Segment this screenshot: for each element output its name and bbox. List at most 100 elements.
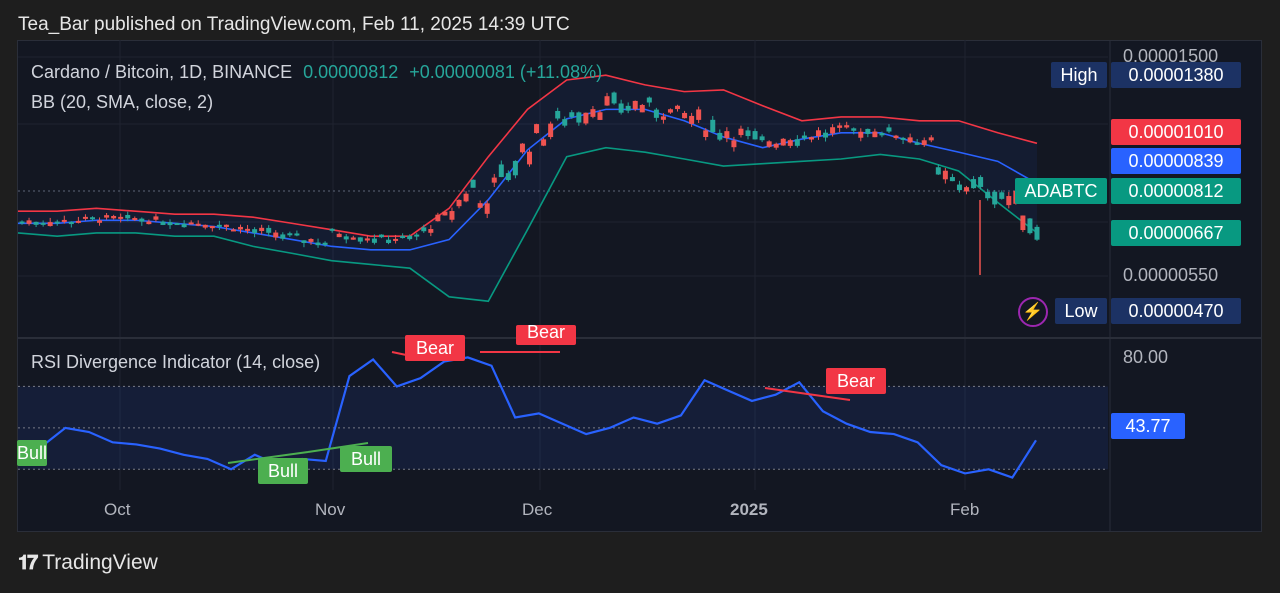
candle-body	[964, 187, 970, 192]
candle-body	[442, 211, 448, 216]
candle-body	[456, 199, 462, 207]
candle-body	[548, 123, 554, 138]
candle-body	[851, 128, 857, 131]
candle-body	[245, 228, 251, 231]
candle-body	[223, 224, 229, 227]
brand-name: TradingView	[42, 551, 158, 574]
candle-body	[181, 223, 187, 228]
candle-body	[230, 229, 236, 232]
symbol-legend: Cardano / Bitcoin, 1D, BINANCE 0.0000081…	[31, 62, 602, 83]
candle-body	[357, 237, 363, 242]
candle-body	[202, 224, 208, 228]
candle-body	[505, 173, 511, 181]
bb-legend[interactable]: BB (20, SMA, close, 2)	[31, 92, 213, 113]
chart-canvas[interactable]	[0, 0, 1280, 593]
candle-body	[111, 215, 117, 219]
candle-body	[569, 112, 575, 117]
candle-body	[879, 132, 885, 136]
candle-body	[583, 112, 589, 124]
low-label: Low	[1055, 298, 1107, 324]
price-change: +0.00000081 (+11.08%)	[409, 62, 603, 82]
candle-body	[597, 112, 603, 120]
candle-body	[216, 224, 222, 227]
candle-body	[160, 221, 166, 225]
candle-body	[26, 220, 32, 224]
candle-body	[118, 216, 124, 219]
candle-body	[273, 232, 279, 238]
candle-body	[428, 229, 434, 233]
candle-body	[527, 151, 532, 165]
candle-body	[301, 240, 307, 243]
bull-label: Bull	[17, 440, 47, 466]
candle-body	[470, 179, 476, 188]
candle-body	[308, 238, 314, 242]
candle-body	[808, 137, 814, 140]
candle-body	[1006, 196, 1012, 206]
bear-label: Bear	[826, 368, 886, 394]
candle-body	[259, 227, 265, 231]
bear-label: Bear	[405, 335, 465, 361]
candle-body	[421, 227, 427, 232]
candle-body	[477, 203, 483, 208]
candle-body	[801, 135, 807, 139]
candle-body	[68, 221, 74, 225]
candle-body	[153, 216, 159, 220]
candle-body	[407, 235, 413, 240]
x-tick: Nov	[315, 500, 346, 519]
high-label: High	[1051, 62, 1107, 88]
candle-body	[928, 137, 934, 141]
candle-body	[992, 191, 998, 205]
x-tick: Oct	[104, 500, 131, 519]
candle-body	[696, 109, 702, 120]
candle-body	[914, 142, 920, 145]
candle-body	[689, 115, 695, 124]
candle-body	[935, 167, 941, 175]
candle-body	[378, 234, 384, 238]
candle-body	[400, 235, 406, 239]
rsi-value: 43.77	[1111, 413, 1185, 439]
candle-body	[703, 130, 709, 138]
candle-body	[315, 242, 321, 246]
candle-body	[364, 238, 370, 241]
candle-body	[731, 140, 737, 148]
bull-label: Bull	[258, 458, 308, 484]
candle-body	[188, 222, 194, 225]
candle-body	[104, 215, 110, 218]
candle-body	[322, 242, 328, 245]
rsi-legend[interactable]: RSI Divergence Indicator (14, close)	[31, 352, 320, 373]
candle-body	[463, 193, 469, 202]
candle-body	[75, 220, 81, 223]
symbol-name: Cardano / Bitcoin, 1D, BINANCE	[31, 62, 293, 82]
candle-body	[33, 221, 39, 225]
candle-body	[266, 227, 272, 233]
bb-lower-value: 0.00000667	[1111, 220, 1241, 246]
last-price-value: 0.00000812	[1111, 178, 1241, 204]
candle-body	[484, 203, 490, 214]
candle-body	[125, 214, 131, 219]
candle-body	[336, 233, 342, 238]
candle-body	[167, 222, 173, 226]
footer-brand[interactable]: 𝟏𝟕 TradingView	[18, 551, 158, 575]
candle-body	[329, 228, 335, 231]
candle-body	[132, 218, 138, 221]
bear-label: Bear	[516, 325, 576, 345]
candle-body	[61, 219, 67, 222]
candle-body	[1020, 215, 1026, 231]
candle-body	[82, 216, 88, 219]
candle-body	[830, 127, 836, 134]
candle-body	[745, 130, 751, 137]
lightning-icon[interactable]: ⚡	[1018, 297, 1048, 327]
candle-body	[794, 139, 800, 146]
candle-body	[625, 105, 631, 111]
x-tick: Feb	[950, 500, 980, 519]
candle-body	[837, 125, 843, 128]
candle-body	[639, 104, 645, 113]
candle-body	[682, 112, 688, 119]
candle-body	[534, 124, 540, 134]
candle-body	[146, 221, 152, 225]
tradingview-logo-icon: 𝟏𝟕	[18, 551, 38, 574]
candle-body	[956, 184, 962, 191]
candle-body	[562, 119, 568, 126]
candle-body	[618, 103, 624, 113]
candle-body	[675, 105, 681, 110]
